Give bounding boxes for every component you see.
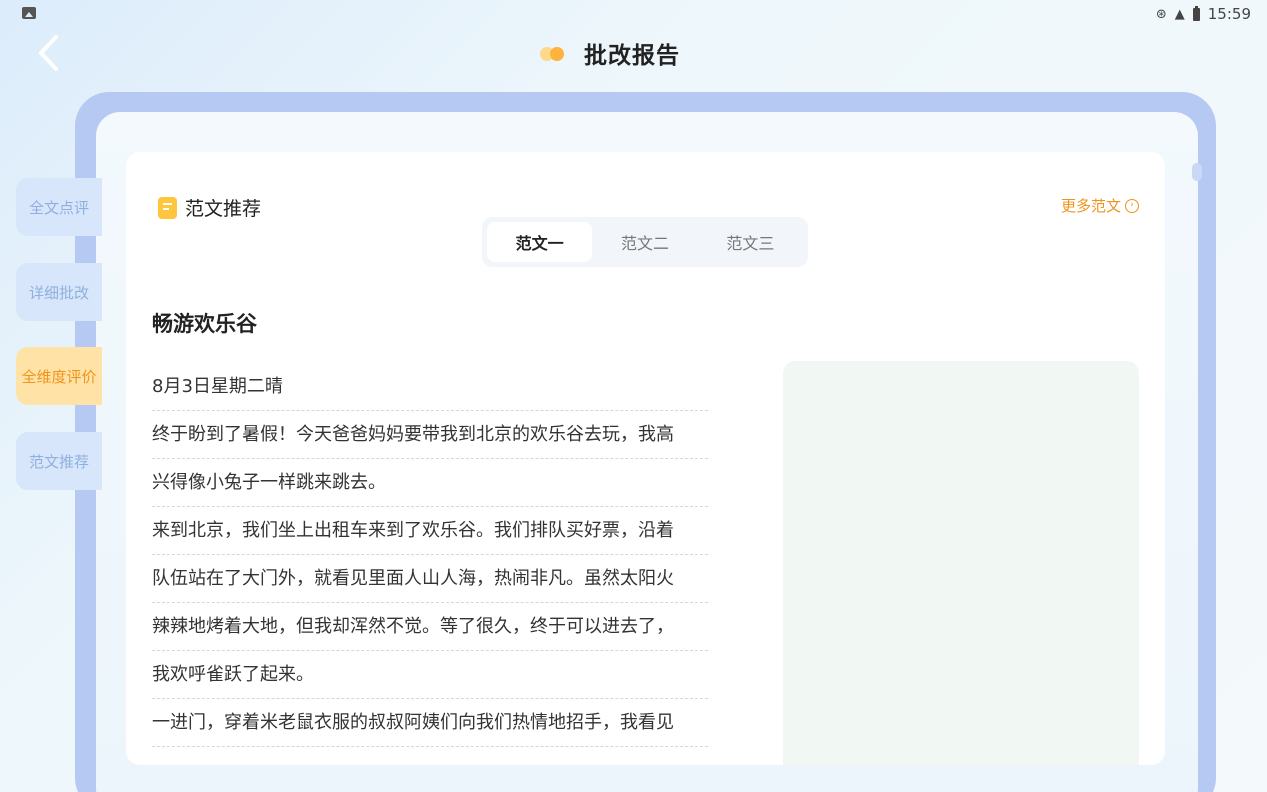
battery-icon [1192,5,1200,21]
content-card: 范文推荐 更多范文 › 范文一 范文二 范文三 畅游欢乐谷 8月3日星期二晴 终… [126,152,1165,765]
wifi-icon: ▲ [1174,6,1185,22]
status-time: 15:59 [1207,5,1251,23]
essay-line: 兴得像小兔子一样跳来跳去。 [152,459,708,507]
essay-line: 队伍站在了大门外，就看见里面人山人海，热闹非凡。虽然太阳火 [152,555,708,603]
back-button[interactable] [30,30,70,76]
essay-line: 8月3日星期二晴 [152,363,708,411]
section-title: 范文推荐 [185,198,262,220]
sidebar-item-model-essay[interactable]: 范文推荐 [16,432,102,490]
essay-line: 我欢呼雀跃了起来。 [152,651,708,699]
document-icon [158,196,177,219]
sidebar-item-full-review[interactable]: 全文点评 [16,178,102,236]
essay-tabs: 范文一 范文二 范文三 [482,217,808,267]
status-right: ⊛ ▲ 15:59 [1156,5,1251,23]
essay-line: 来到北京，我们坐上出租车来到了欢乐谷。我们排队买好票，沿着 [152,507,708,555]
sidebar-item-label: 全维度评价 [21,367,97,386]
bluetooth-icon: ⊛ [1155,6,1167,22]
gallery-icon [22,7,36,19]
tab-label: 范文三 [726,234,775,253]
sidebar-item-label: 全文点评 [28,198,89,217]
header: 批改报告 [540,36,680,70]
essay-line: 辣辣地烤着大地，但我却浑然不觉。等了很久，终于可以进去了， [152,603,708,651]
tablet-camera-dot [1192,163,1202,181]
sidebar-item-label: 范文推荐 [28,452,89,471]
essay-line: 一进门，穿着米老鼠衣服的叔叔阿姨们向我们热情地招手，我看见 [152,699,708,747]
tab-essay-3[interactable]: 范文三 [698,222,803,262]
sidebar-item-detailed-correction[interactable]: 详细批改 [16,263,102,321]
sidebar-item-full-evaluation[interactable]: 全维度评价 [16,347,102,405]
more-essays-label: 更多范文 [1060,197,1121,215]
page-title: 批改报告 [584,43,680,69]
chevron-left-icon [39,35,58,71]
essay-body: 8月3日星期二晴 终于盼到了暑假！今天爸爸妈妈要带我到北京的欢乐谷去玩，我高 兴… [152,363,708,747]
essay-title: 畅游欢乐谷 [152,312,257,336]
tab-label: 范文二 [620,234,669,253]
annotation-panel [783,361,1139,765]
chevron-right-circle-icon: › [1125,198,1139,213]
sidebar-item-label: 详细批改 [28,283,89,302]
title-dots-icon [540,45,570,61]
section-header: 范文推荐 [158,194,261,221]
tab-essay-1[interactable]: 范文一 [487,222,593,262]
essay-line: 终于盼到了暑假！今天爸爸妈妈要带我到北京的欢乐谷去玩，我高 [152,411,708,459]
tab-essay-2[interactable]: 范文二 [592,222,697,262]
tab-label: 范文一 [515,234,564,253]
status-bar: ⊛ ▲ 15:59 [0,0,1267,30]
more-essays-link[interactable]: 更多范文 › [1061,195,1139,216]
